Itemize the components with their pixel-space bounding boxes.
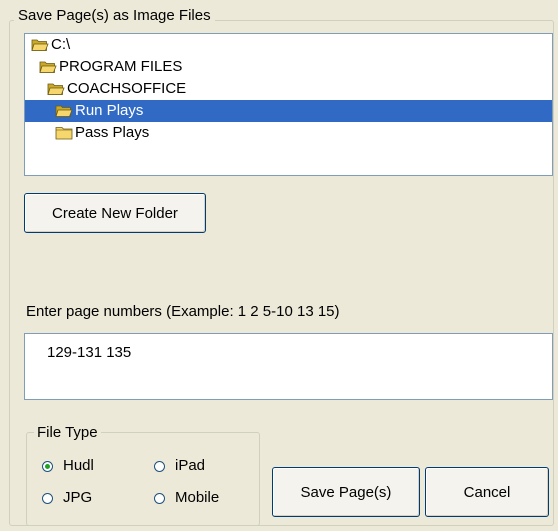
radio-unchecked-icon [154, 492, 165, 504]
open-folder-icon [31, 39, 49, 51]
file-type-group [26, 432, 260, 526]
create-new-folder-button[interactable]: Create New Folder [24, 193, 206, 233]
folder-label: C:\ [51, 36, 71, 53]
folder-label: COACHSOFFICE [67, 80, 187, 97]
folder-label: Run Plays [75, 102, 144, 119]
radio-mobile[interactable]: Mobile [154, 488, 219, 508]
radio-unchecked-icon [42, 492, 53, 504]
radio-label: iPad [175, 457, 206, 474]
folder-item-c-drive[interactable]: C:\ [31, 34, 70, 56]
radio-ipad[interactable]: iPad [154, 456, 205, 476]
folder-tree[interactable]: C:\ PROGRAM FILES COACHSOFFICE Run Plays… [24, 33, 553, 176]
save-pages-button[interactable]: Save Page(s) [272, 467, 420, 517]
group-title: Save Page(s) as Image Files [14, 6, 215, 26]
radio-label: Mobile [175, 489, 220, 506]
page-numbers-input[interactable]: 129-131 135 [24, 333, 553, 400]
open-folder-icon [47, 83, 65, 95]
page-numbers-label: Enter page numbers (Example: 1 2 5-10 13… [26, 303, 340, 320]
file-type-title: File Type [34, 423, 101, 443]
radio-jpg[interactable]: JPG [42, 488, 92, 508]
folder-item-program-files[interactable]: PROGRAM FILES [39, 56, 182, 78]
radio-checked-icon [42, 460, 53, 472]
folder-item-pass-plays[interactable]: Pass Plays [55, 122, 149, 144]
folder-item-coachsoffice[interactable]: COACHSOFFICE [47, 78, 186, 100]
radio-label: JPG [63, 489, 93, 506]
folder-label: Pass Plays [75, 124, 150, 141]
open-folder-icon [55, 105, 73, 117]
cancel-button[interactable]: Cancel [425, 467, 549, 517]
folder-label: PROGRAM FILES [59, 58, 183, 75]
open-folder-icon [39, 61, 57, 73]
closed-folder-icon [55, 127, 73, 140]
radio-label: Hudl [63, 457, 94, 474]
radio-hudl[interactable]: Hudl [42, 456, 94, 476]
folder-item-run-plays[interactable]: Run Plays [25, 100, 552, 122]
radio-unchecked-icon [154, 460, 165, 472]
